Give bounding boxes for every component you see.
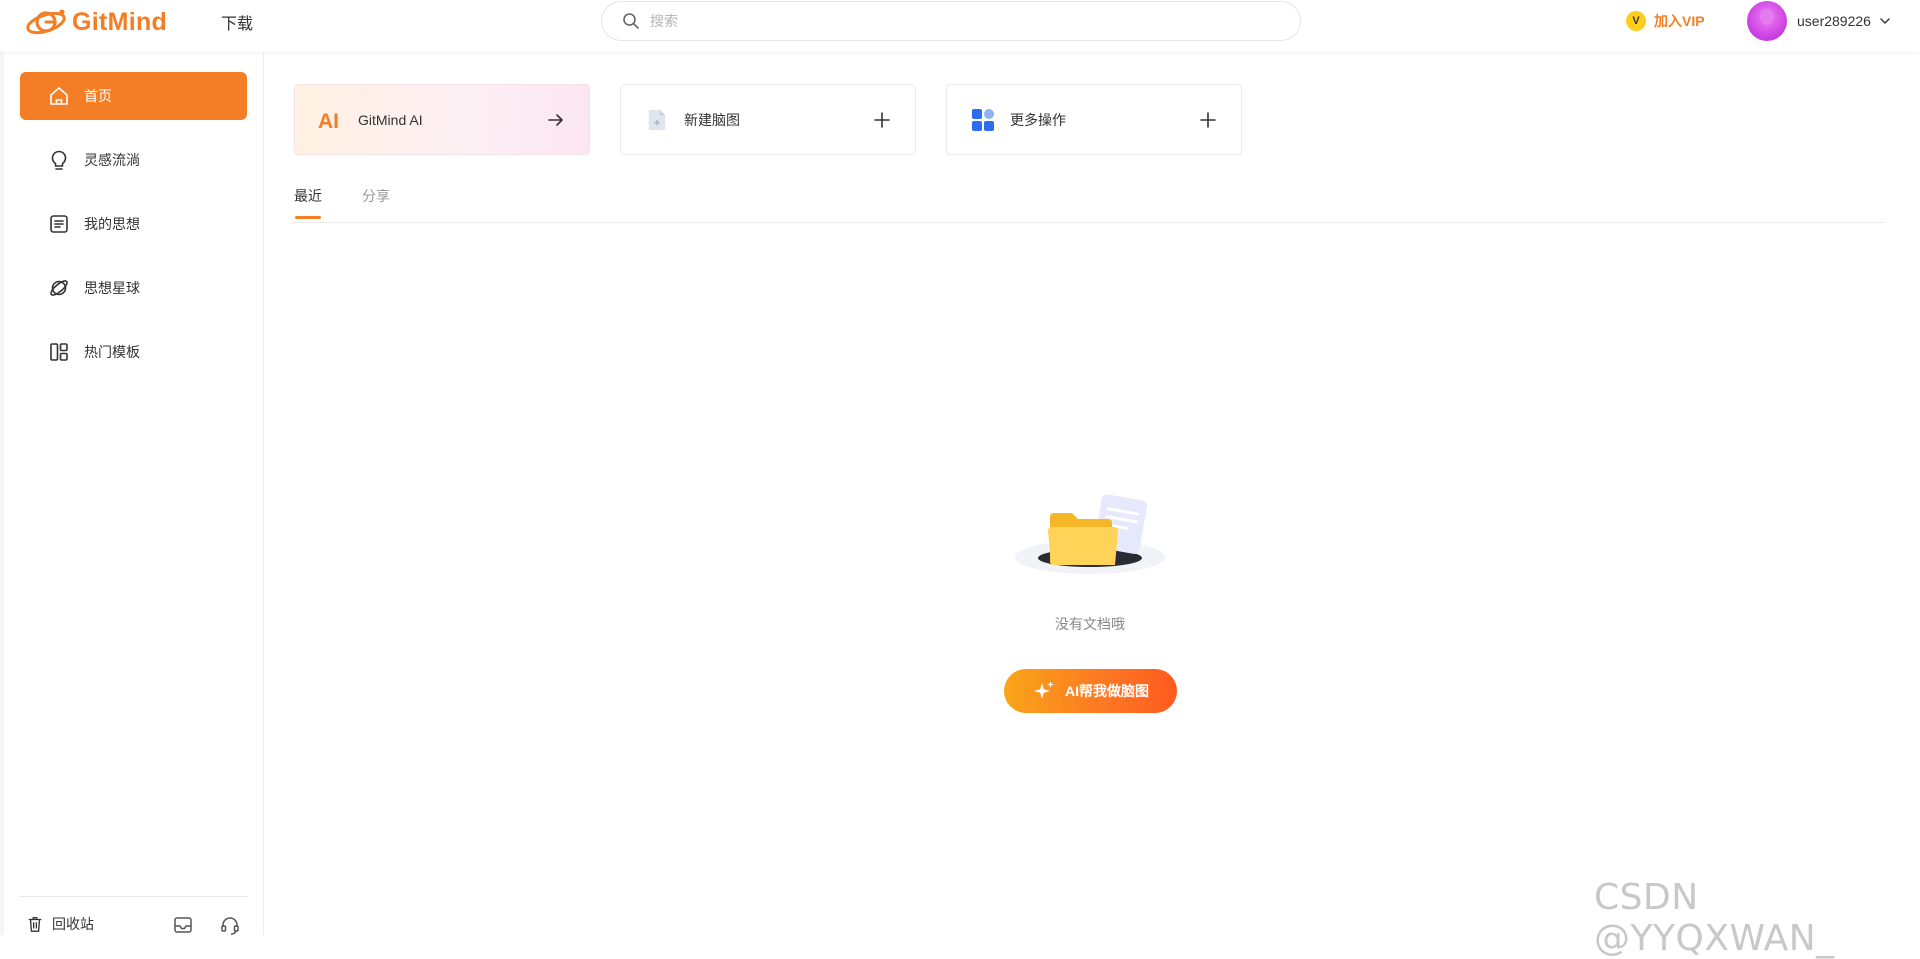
recycle-bin-button[interactable]: 回收站 (26, 914, 94, 934)
join-vip-button[interactable]: V 加入VIP (1626, 11, 1705, 31)
arrow-right-icon (548, 113, 563, 126)
sidebar-item-templates[interactable]: 热门模板 (20, 328, 247, 376)
plus-icon (874, 111, 890, 128)
ai-logo-icon: AI (318, 107, 344, 133)
apps-grid-icon (970, 107, 996, 133)
sidebar-item-label: 思想星球 (84, 280, 140, 296)
gitmind-logo[interactable]: GitMind (24, 4, 167, 40)
sidebar: 首页 灵感流淌 我的思想 思想星球 热门模板 回收站 (4, 52, 264, 935)
gitmind-ai-card[interactable]: AI GitMind AI (294, 84, 590, 155)
sidebar-item-inspiration[interactable]: 灵感流淌 (20, 136, 247, 184)
template-icon (48, 341, 70, 363)
search-input[interactable] (650, 13, 1250, 29)
csdn-watermark: CSDN @YYQXWAN_ (1594, 877, 1835, 959)
lightbulb-icon (48, 149, 70, 171)
svg-text:AI: AI (318, 110, 339, 131)
top-bar: GitMind 下载 V 加入VIP user289226 (0, 0, 1920, 52)
ai-make-mindmap-button[interactable]: AI帮我做脑图 (1004, 669, 1177, 713)
chevron-down-icon (1880, 18, 1890, 24)
sparkle-icon (1034, 681, 1054, 699)
sidebar-item-label: 灵感流淌 (84, 152, 140, 168)
sidebar-divider (20, 896, 248, 897)
more-actions-label: 更多操作 (1010, 111, 1066, 128)
planet-icon (48, 277, 70, 299)
avatar[interactable] (1747, 1, 1787, 41)
headset-icon[interactable] (219, 914, 241, 936)
sidebar-item-thought-planet[interactable]: 思想星球 (20, 264, 247, 312)
tab-shared[interactable]: 分享 (362, 186, 390, 206)
sidebar-item-label: 我的思想 (84, 216, 140, 232)
empty-folder-illustration (1015, 494, 1165, 574)
vip-badge-icon: V (1626, 11, 1646, 31)
active-tab-indicator (295, 216, 321, 219)
download-link[interactable]: 下载 (221, 10, 253, 34)
empty-state-text: 没有文档哦 (1055, 616, 1125, 632)
sidebar-item-label: 热门模板 (84, 344, 140, 360)
new-mindmap-label: 新建脑图 (684, 111, 740, 128)
logo-text: GitMind (72, 7, 168, 36)
document-tabs: 最近 分享 (294, 180, 1886, 223)
new-file-icon (644, 107, 670, 133)
search-icon (623, 13, 639, 29)
recycle-bin-label: 回收站 (52, 916, 94, 932)
sidebar-item-label: 首页 (84, 88, 112, 104)
gitmind-logo-icon (26, 9, 66, 35)
tab-recent[interactable]: 最近 (294, 186, 322, 206)
sidebar-item-home[interactable]: 首页 (20, 72, 247, 120)
ai-button-label: AI帮我做脑图 (1065, 683, 1149, 699)
inbox-icon[interactable] (172, 914, 194, 936)
more-actions-card[interactable]: 更多操作 (946, 84, 1242, 155)
new-mindmap-card[interactable]: 新建脑图 (620, 84, 916, 155)
gitmind-ai-label: GitMind AI (358, 111, 423, 128)
username: user289226 (1797, 13, 1871, 29)
home-icon (48, 85, 70, 107)
document-icon (48, 213, 70, 235)
trash-icon (28, 917, 42, 932)
vip-label: 加入VIP (1654, 13, 1705, 29)
sidebar-item-my-thoughts[interactable]: 我的思想 (20, 200, 247, 248)
user-menu[interactable]: user289226 (1747, 1, 1891, 41)
plus-icon (1200, 111, 1216, 128)
search-bar[interactable] (601, 1, 1301, 41)
